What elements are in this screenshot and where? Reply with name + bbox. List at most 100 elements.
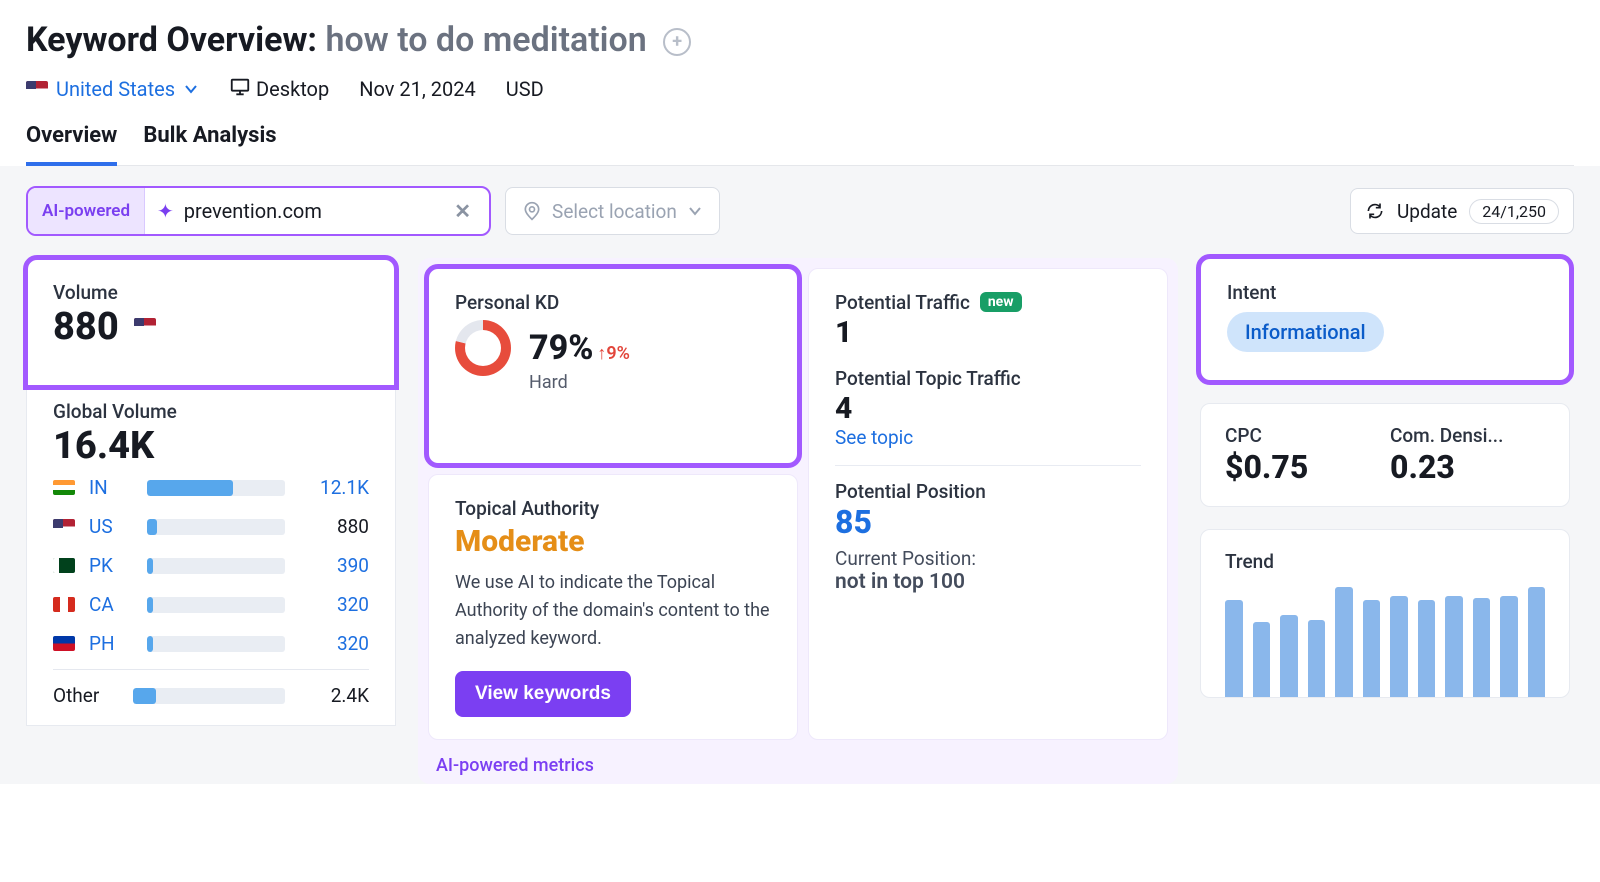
trend-bar <box>1280 615 1298 696</box>
global-volume-value: 16.4K <box>53 425 369 469</box>
potential-traffic-value: 1 <box>835 316 1141 351</box>
see-topic-link[interactable]: See topic <box>835 426 913 449</box>
topical-authority-card: Topical Authority Moderate We use AI to … <box>428 474 798 740</box>
personal-kd-card: Personal KD 79% ↑9% Hard <box>428 268 798 464</box>
domain-input[interactable]: prevention.com <box>184 199 322 223</box>
cpc-card: CPC $0.75 Com. Densi... 0.23 <box>1200 403 1570 507</box>
flag-icon <box>53 558 75 573</box>
volume-bar <box>147 519 285 535</box>
domain-input-group: AI-powered ✦ prevention.com ✕ <box>26 186 491 236</box>
country-code: US <box>89 515 133 538</box>
currency-label: USD <box>506 77 544 101</box>
trend-bar-chart <box>1225 587 1545 697</box>
intent-card: Intent Informational <box>1200 258 1570 381</box>
potential-traffic-label: Potential Traffic <box>835 291 970 314</box>
view-keywords-button[interactable]: View keywords <box>455 671 631 717</box>
ta-label: Topical Authority <box>455 497 771 520</box>
intent-label: Intent <box>1227 281 1543 304</box>
trend-bar <box>1363 600 1381 697</box>
trend-bar <box>1253 622 1271 697</box>
page-title: Keyword Overview: how to do meditation + <box>26 20 1574 60</box>
kd-donut-chart <box>455 320 511 376</box>
new-badge: new <box>980 292 1022 312</box>
trend-bar <box>1335 587 1353 697</box>
ta-value: Moderate <box>455 524 771 559</box>
trend-bar <box>1445 596 1463 697</box>
flag-icon <box>53 480 75 495</box>
potential-position-value: 85 <box>835 503 1141 541</box>
update-count: 24/1,250 <box>1469 199 1559 224</box>
location-pin-icon <box>522 201 542 221</box>
ai-metrics-panel: Personal KD 79% ↑9% Hard Topi <box>418 258 1178 784</box>
trend-bar <box>1308 620 1326 697</box>
location-selector[interactable]: Select location <box>505 187 720 235</box>
personal-kd-label: Personal KD <box>455 291 771 314</box>
global-volume-label: Global Volume <box>53 400 369 423</box>
desktop-icon <box>229 76 251 98</box>
flag-icon <box>53 636 75 651</box>
potential-topic-traffic-label: Potential Topic Traffic <box>835 367 1141 390</box>
trend-card: Trend <box>1200 529 1570 698</box>
country-row[interactable]: PK 390 <box>53 546 369 585</box>
country-volume: 12.1K <box>299 476 369 499</box>
divider <box>835 465 1141 466</box>
country-code: IN <box>89 476 133 499</box>
cpc-value: $0.75 <box>1225 449 1380 486</box>
kd-delta: ↑9% <box>597 343 630 364</box>
kd-percent: 79% <box>529 328 593 368</box>
country-row[interactable]: IN 12.1K <box>53 468 369 507</box>
clear-domain-button[interactable]: ✕ <box>448 199 477 223</box>
country-volume: 880 <box>299 515 369 538</box>
country-volume: 320 <box>299 632 369 655</box>
trend-bar <box>1473 598 1491 697</box>
chevron-down-icon <box>687 203 703 219</box>
sparkle-icon: ✦ <box>157 199 174 223</box>
country-row[interactable]: CA 320 <box>53 585 369 624</box>
trend-bar <box>1418 600 1436 697</box>
tab-bulk-analysis[interactable]: Bulk Analysis <box>143 123 276 166</box>
refresh-icon <box>1365 201 1385 221</box>
date-label: Nov 21, 2024 <box>359 77 476 101</box>
com-density-label: Com. Densi... <box>1390 424 1545 447</box>
header-keyword: how to do meditation <box>325 20 646 60</box>
country-volume: 390 <box>299 554 369 577</box>
potential-traffic-card: Potential Traffic new 1 Potential Topic … <box>808 268 1168 740</box>
current-position-label: Current Position: <box>835 547 1141 570</box>
country-selector[interactable]: United States <box>26 77 199 101</box>
trend-bar <box>1225 600 1243 697</box>
volume-value: 880 <box>53 306 369 350</box>
trend-bar <box>1390 596 1408 697</box>
volume-bar <box>147 558 285 574</box>
ai-powered-chip: AI-powered <box>28 188 145 234</box>
ai-metrics-footer: AI-powered metrics <box>436 755 594 776</box>
divider <box>53 669 369 670</box>
volume-bar <box>147 480 285 496</box>
trend-label: Trend <box>1225 550 1545 573</box>
country-code: PH <box>89 632 133 655</box>
tab-overview[interactable]: Overview <box>26 123 117 166</box>
cpc-label: CPC <box>1225 424 1380 447</box>
volume-card: Volume 880 Global Volume 16.4K IN 12.1K … <box>26 258 396 726</box>
com-density-value: 0.23 <box>1390 449 1545 486</box>
flag-icon <box>53 597 75 612</box>
potential-position-label: Potential Position <box>835 480 1141 503</box>
add-keyword-button[interactable]: + <box>663 28 691 56</box>
country-row[interactable]: US 880 <box>53 507 369 546</box>
current-position-value: not in top 100 <box>835 570 1141 594</box>
chevron-down-icon <box>183 81 199 97</box>
trend-bar <box>1500 596 1518 697</box>
country-code: PK <box>89 554 133 577</box>
volume-bar <box>147 597 285 613</box>
intent-chip[interactable]: Informational <box>1227 312 1384 352</box>
flag-icon <box>53 519 75 534</box>
us-flag-icon <box>134 318 156 333</box>
potential-topic-traffic-value: 4 <box>835 392 1141 427</box>
kd-difficulty: Hard <box>529 372 771 393</box>
us-flag-icon <box>26 81 48 96</box>
device-selector[interactable]: Desktop <box>229 76 329 101</box>
country-code: CA <box>89 593 133 616</box>
country-row[interactable]: PH 320 <box>53 624 369 663</box>
update-button[interactable]: Update 24/1,250 <box>1350 188 1574 234</box>
volume-bar <box>147 636 285 652</box>
trend-bar <box>1528 587 1546 697</box>
